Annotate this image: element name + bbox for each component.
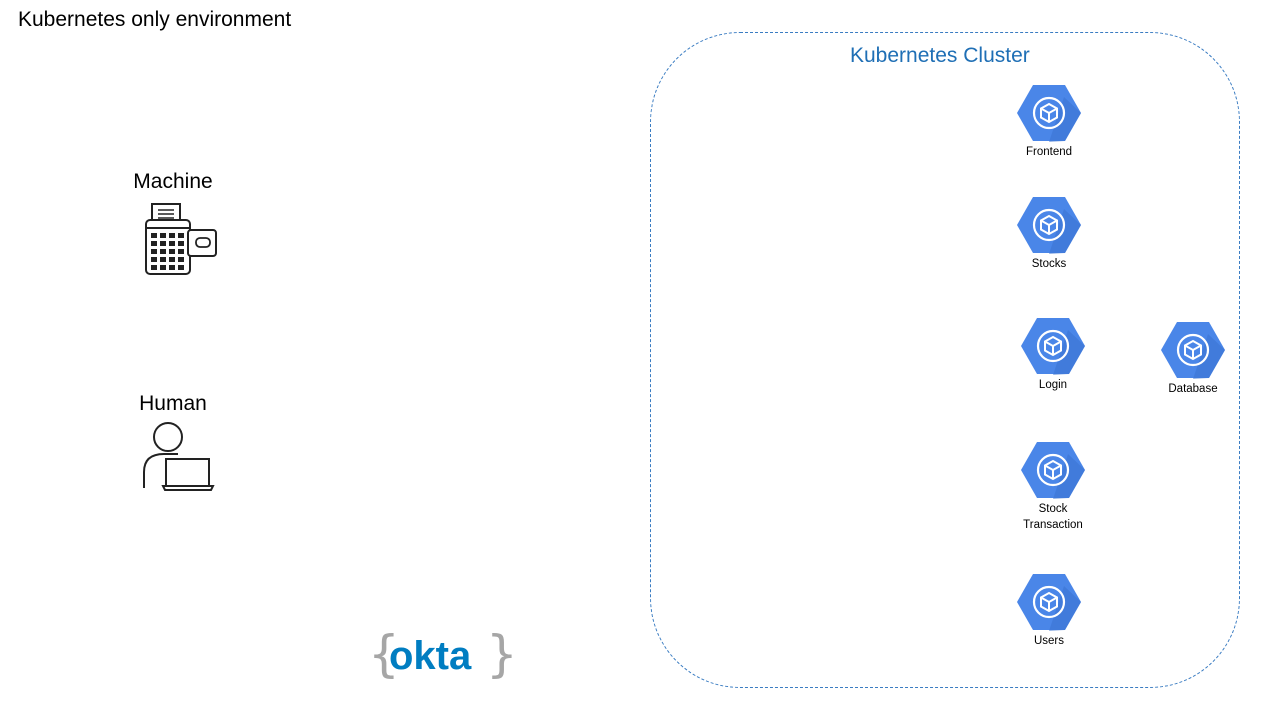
payment-terminal-icon — [140, 202, 222, 283]
svg-text:}: } — [486, 626, 518, 683]
service-label: Stocks — [1031, 258, 1067, 270]
kubernetes-pod-icon — [1017, 574, 1081, 631]
service-login: Login — [1003, 317, 1103, 393]
service-users: Users — [999, 573, 1099, 649]
kubernetes-pod-icon — [1161, 322, 1225, 379]
okta-logo: { } okta — [368, 625, 518, 691]
human-label: Human — [139, 392, 207, 415]
cluster-title: Kubernetes Cluster — [850, 44, 1030, 67]
slide: Kubernetes only environment Machine Huma… — [0, 0, 1280, 720]
service-label: Login — [1038, 379, 1068, 391]
kubernetes-pod-icon — [1021, 318, 1085, 375]
okta-logo-text: okta — [389, 634, 472, 678]
kubernetes-pod-icon — [1021, 442, 1085, 499]
service-database: Database — [1143, 321, 1243, 397]
service-label: Users — [1033, 635, 1065, 647]
person-laptop-icon — [138, 420, 218, 497]
service-stocks: Stocks — [999, 196, 1099, 272]
service-label: Stock Transaction — [1023, 503, 1083, 531]
service-label: Frontend — [1025, 146, 1073, 158]
service-stock-transaction: Stock Transaction — [1003, 441, 1103, 533]
service-label: Database — [1168, 383, 1218, 395]
kubernetes-pod-icon — [1017, 197, 1081, 254]
service-frontend: Frontend — [999, 84, 1099, 160]
machine-label: Machine — [133, 170, 213, 193]
slide-title: Kubernetes only environment — [18, 8, 292, 31]
kubernetes-pod-icon — [1017, 85, 1081, 142]
